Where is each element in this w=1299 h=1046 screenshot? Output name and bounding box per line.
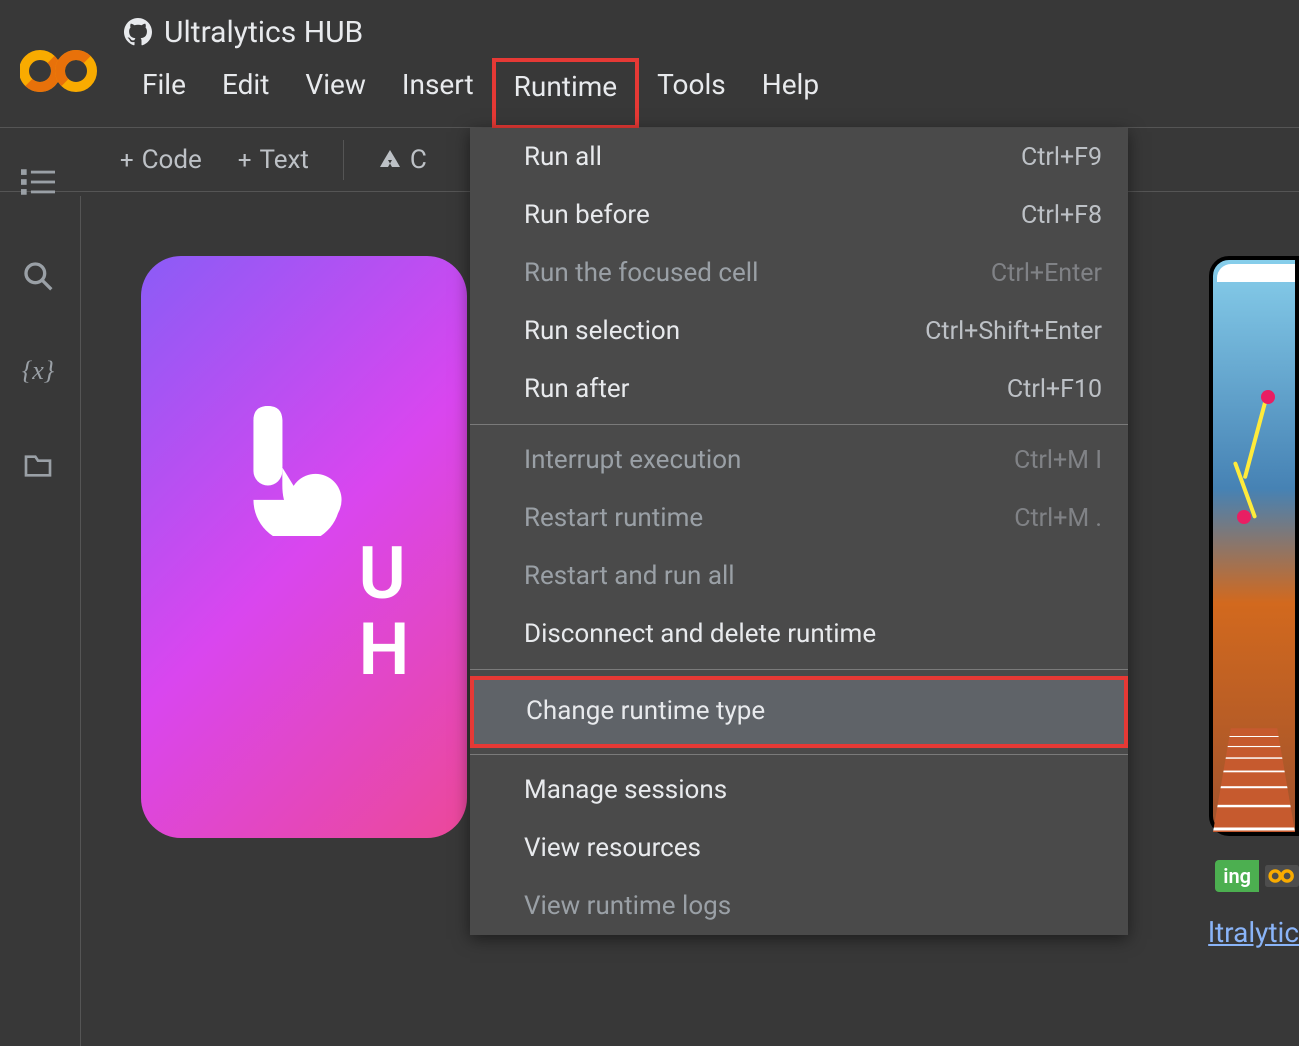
menu-change-runtime-type[interactable]: Change runtime type <box>470 676 1128 748</box>
sidebar: {x} <box>0 132 76 1046</box>
menu-label: View runtime logs <box>524 891 731 921</box>
menu-shortcut: Ctrl+F8 <box>1021 201 1102 230</box>
menu-run-focused: Run the focused cell Ctrl+Enter <box>470 244 1128 302</box>
menu-label: Run selection <box>524 316 680 346</box>
menu-interrupt: Interrupt execution Ctrl+M I <box>470 431 1128 489</box>
header: Ultralytics HUB File Edit View Insert Ru… <box>0 0 1299 128</box>
toc-icon[interactable] <box>21 168 55 196</box>
menu-label: View resources <box>524 833 701 863</box>
plus-icon: + <box>238 146 252 174</box>
menu-view[interactable]: View <box>287 60 384 129</box>
status-badge: ing <box>1215 860 1259 892</box>
menu-help[interactable]: Help <box>744 60 837 129</box>
menu-shortcut: Ctrl+Enter <box>991 259 1102 288</box>
menu-disconnect[interactable]: Disconnect and delete runtime <box>470 605 1128 663</box>
menu-label: Run before <box>524 200 650 230</box>
menu-shortcut: Ctrl+F9 <box>1021 143 1102 172</box>
phone-frame <box>1209 256 1299 836</box>
banner-card: U H <box>141 256 467 838</box>
menu-label: Restart runtime <box>524 503 703 533</box>
folder-icon[interactable] <box>22 450 54 482</box>
menu-run-before[interactable]: Run before Ctrl+F8 <box>470 186 1128 244</box>
banner-line1: U <box>359 536 406 612</box>
ultralytics-link[interactable]: ltralytic <box>1208 916 1299 949</box>
divider <box>470 754 1128 755</box>
drive-icon <box>378 148 402 172</box>
badge-row: ing <box>1215 860 1299 892</box>
menu-run-selection[interactable]: Run selection Ctrl+Shift+Enter <box>470 302 1128 360</box>
title-row: Ultralytics HUB <box>124 15 1279 50</box>
menu-manage-sessions[interactable]: Manage sessions <box>470 761 1128 819</box>
menu-file[interactable]: File <box>124 60 204 129</box>
menu-label: Run after <box>524 374 629 404</box>
divider <box>343 140 344 180</box>
menu-insert[interactable]: Insert <box>384 60 492 129</box>
add-text-button[interactable]: + Text <box>220 139 327 181</box>
menu-view-logs: View runtime logs <box>470 877 1128 935</box>
text-label: Text <box>259 145 308 175</box>
menubar: File Edit View Insert Runtime Tools Help <box>124 60 1279 129</box>
menu-label: Run all <box>524 142 602 172</box>
banner-line2: H <box>359 612 410 688</box>
menu-label: Disconnect and delete runtime <box>524 619 876 649</box>
divider <box>470 424 1128 425</box>
colab-logo-icon <box>20 46 100 96</box>
banner-text: U H <box>359 536 410 687</box>
ultralytics-logo-icon <box>229 406 379 536</box>
code-label: Code <box>142 145 202 175</box>
menu-run-after[interactable]: Run after Ctrl+F10 <box>470 360 1128 418</box>
github-icon <box>124 18 152 46</box>
menu-tools[interactable]: Tools <box>639 60 744 129</box>
menu-shortcut: Ctrl+M I <box>1014 446 1102 475</box>
menu-view-resources[interactable]: View resources <box>470 819 1128 877</box>
menu-label: Run the focused cell <box>524 258 758 288</box>
colab-badge-icon <box>1265 862 1299 890</box>
menu-run-all[interactable]: Run all Ctrl+F9 <box>470 128 1128 186</box>
runtime-dropdown: Run all Ctrl+F9 Run before Ctrl+F8 Run t… <box>470 128 1128 935</box>
menu-label: Change runtime type <box>526 696 765 726</box>
phone-preview <box>1209 256 1299 896</box>
menu-restart: Restart runtime Ctrl+M . <box>470 489 1128 547</box>
copy-label: C <box>410 145 427 175</box>
menu-edit[interactable]: Edit <box>204 60 287 129</box>
menu-shortcut: Ctrl+F10 <box>1007 375 1102 404</box>
menu-runtime[interactable]: Runtime <box>492 58 640 129</box>
menu-shortcut: Ctrl+Shift+Enter <box>925 317 1102 346</box>
variables-icon[interactable]: {x} <box>22 356 54 386</box>
search-icon[interactable] <box>22 260 54 292</box>
menu-restart-run-all: Restart and run all <box>470 547 1128 605</box>
notebook-title[interactable]: Ultralytics HUB <box>164 15 363 50</box>
menu-label: Manage sessions <box>524 775 727 805</box>
menu-label: Interrupt execution <box>524 445 741 475</box>
copy-to-drive-button[interactable]: C <box>360 139 445 181</box>
menu-label: Restart and run all <box>524 561 735 591</box>
title-section: Ultralytics HUB File Edit View Insert Ru… <box>124 9 1279 129</box>
plus-icon: + <box>120 146 134 174</box>
add-code-button[interactable]: + Code <box>102 139 220 181</box>
divider <box>470 669 1128 670</box>
menu-shortcut: Ctrl+M . <box>1014 504 1102 533</box>
